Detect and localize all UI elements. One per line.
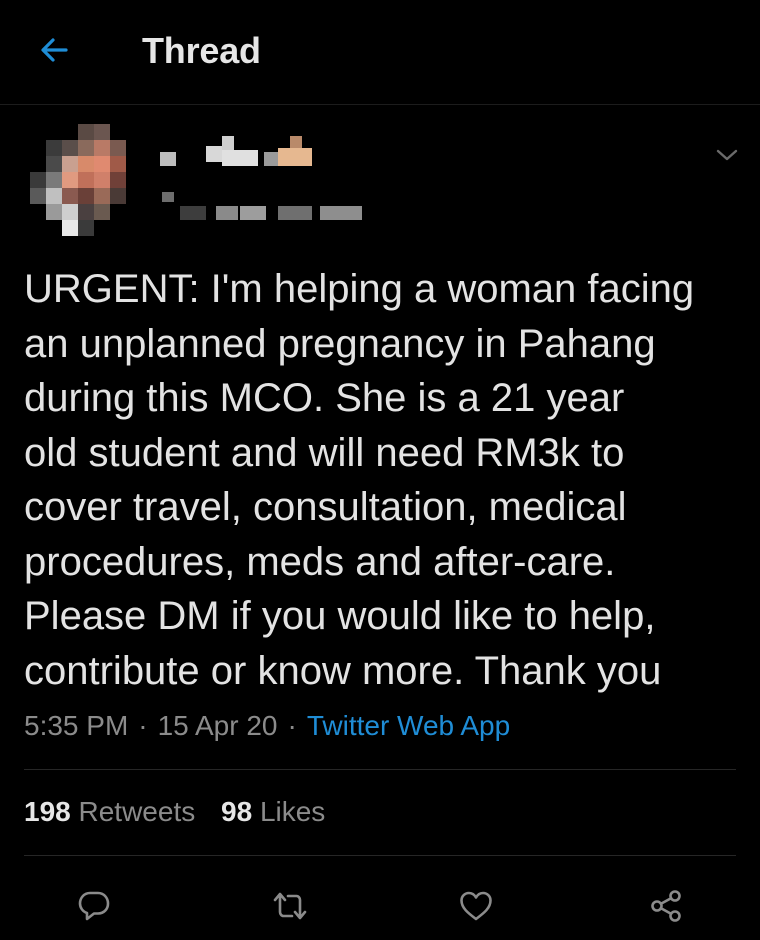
retweets-stat[interactable]: 198 Retweets xyxy=(24,796,195,827)
page-title: Thread xyxy=(142,30,261,71)
retweets-count: 198 xyxy=(24,796,71,827)
meta-separator: · xyxy=(287,710,297,741)
avatar-pixel xyxy=(94,140,110,156)
avatar-pixel xyxy=(78,188,94,204)
author-name-redacted[interactable] xyxy=(160,136,320,166)
avatar-pixel xyxy=(62,156,78,172)
avatar-pixel xyxy=(46,172,62,188)
tweet-source-link[interactable]: Twitter Web App xyxy=(307,710,510,741)
avatar-pixel xyxy=(62,172,78,188)
engagement-stats: 198 Retweets 98 Likes xyxy=(24,796,325,828)
avatar-pixel xyxy=(110,172,126,188)
avatar-pixel xyxy=(62,140,78,156)
avatar-pixel xyxy=(78,204,94,220)
avatar-pixel xyxy=(78,156,94,172)
tweet-actions xyxy=(0,878,760,934)
avatar-pixel xyxy=(62,220,78,236)
heart-icon xyxy=(460,891,492,921)
avatar-pixel xyxy=(46,156,62,172)
back-button[interactable] xyxy=(30,26,78,74)
more-options-button[interactable] xyxy=(710,140,744,170)
avatar-pixel xyxy=(46,140,62,156)
avatar-pixel xyxy=(110,140,126,156)
avatar-pixel xyxy=(78,172,94,188)
avatar-pixel xyxy=(78,220,94,236)
avatar-pixel xyxy=(30,188,46,204)
tweet-meta: 5:35 PM · 15 Apr 20 · Twitter Web App xyxy=(24,710,510,742)
like-button[interactable] xyxy=(448,878,504,934)
avatar-pixel xyxy=(46,204,62,220)
avatar-pixel xyxy=(94,124,110,140)
avatar-pixel xyxy=(94,204,110,220)
share-icon xyxy=(651,890,681,922)
meta-separator: · xyxy=(138,710,148,741)
likes-stat[interactable]: 98 Likes xyxy=(221,796,325,827)
avatar[interactable] xyxy=(22,120,130,244)
author-handle-redacted xyxy=(160,192,370,222)
divider xyxy=(24,855,736,856)
avatar-pixel xyxy=(110,156,126,172)
retweet-button[interactable] xyxy=(262,878,318,934)
chevron-down-icon xyxy=(716,149,738,161)
likes-label: Likes xyxy=(259,796,326,827)
avatar-pixel xyxy=(30,172,46,188)
avatar-pixel xyxy=(94,172,110,188)
tweet-text: URGENT: I'm helping a woman facing an un… xyxy=(24,267,695,693)
reply-button[interactable] xyxy=(66,878,122,934)
avatar-pixel xyxy=(94,188,110,204)
arrow-left-icon xyxy=(41,38,68,62)
likes-count: 98 xyxy=(221,796,253,827)
retweet-icon xyxy=(273,892,307,920)
avatar-pixel xyxy=(62,188,78,204)
tweet-time: 5:35 PM xyxy=(24,710,129,741)
top-app-bar: Thread xyxy=(0,0,760,105)
avatar-pixel xyxy=(62,204,78,220)
divider xyxy=(24,769,736,770)
reply-icon xyxy=(78,891,110,921)
avatar-pixel xyxy=(94,156,110,172)
avatar-pixel xyxy=(110,188,126,204)
avatar-pixel xyxy=(78,124,94,140)
share-button[interactable] xyxy=(638,878,694,934)
tweet-date: 15 Apr 20 xyxy=(157,710,278,741)
avatar-pixel xyxy=(46,188,62,204)
avatar-pixel xyxy=(78,140,94,156)
retweets-label: Retweets xyxy=(78,796,196,827)
